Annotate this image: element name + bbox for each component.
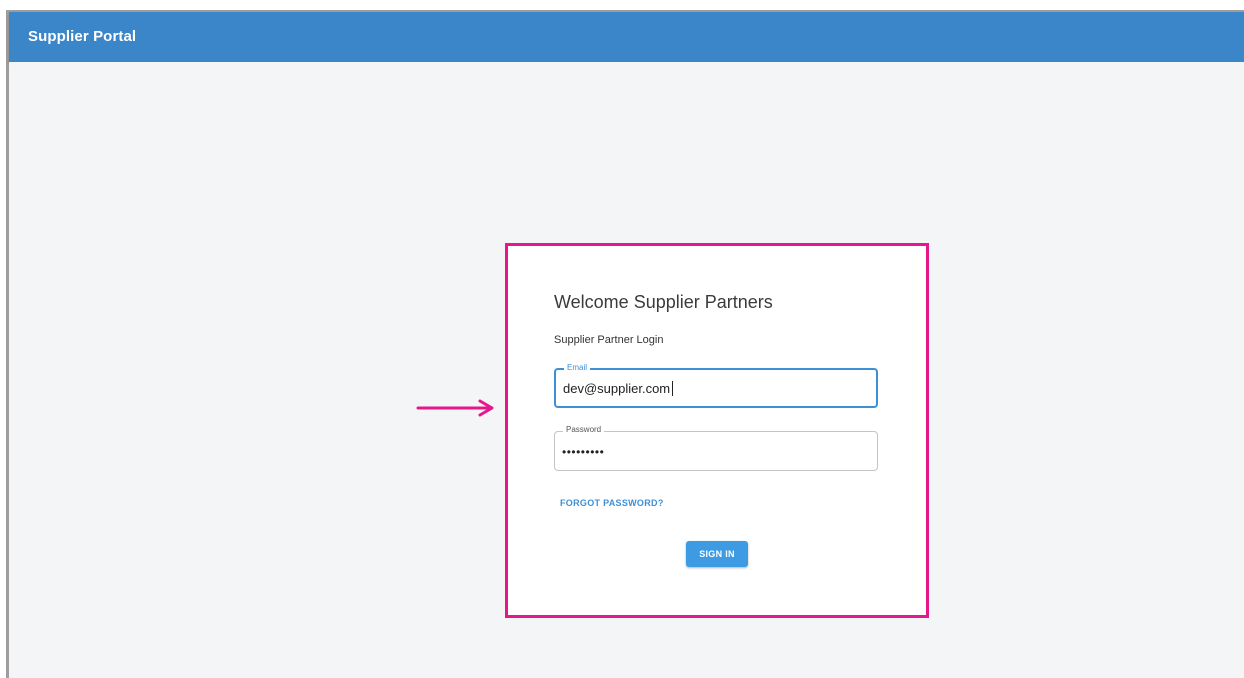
- forgot-password-link[interactable]: FORGOT PASSWORD?: [560, 498, 664, 508]
- password-field: Password: [554, 424, 878, 471]
- email-input[interactable]: [563, 370, 863, 406]
- app-title: Supplier Portal: [28, 28, 137, 45]
- password-input[interactable]: [562, 433, 862, 471]
- email-field: Email: [554, 362, 878, 408]
- login-title: Welcome Supplier Partners: [554, 292, 773, 312]
- login-subtitle: Supplier Partner Login: [554, 334, 664, 346]
- login-card: Welcome Supplier Partners Supplier Partn…: [505, 243, 929, 618]
- right-arrow-icon: [416, 399, 494, 417]
- sign-in-button[interactable]: SIGN IN: [686, 541, 748, 567]
- app-bar: Supplier Portal: [9, 12, 1244, 62]
- text-caret: [672, 381, 673, 396]
